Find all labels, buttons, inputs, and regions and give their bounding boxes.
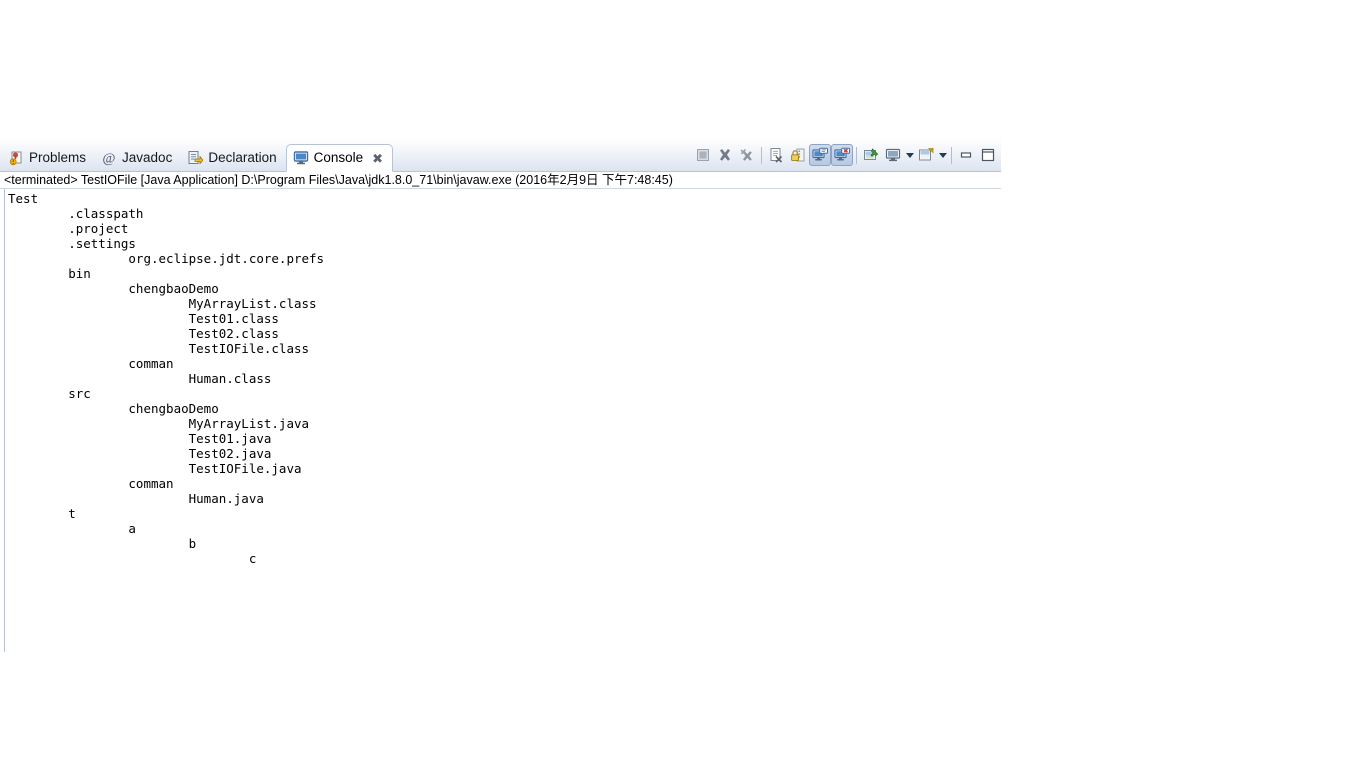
- show-console-on-error-button[interactable]: [831, 144, 853, 166]
- open-console-dropdown-arrow[interactable]: [937, 144, 948, 166]
- console-view: Problems @ Javadoc Declaration Console ✖…: [0, 138, 1001, 654]
- scroll-lock-icon: [791, 148, 805, 162]
- display-console-icon: [885, 148, 901, 162]
- launch-status-line: <terminated> TestIOFile [Java Applicatio…: [0, 172, 1001, 189]
- view-tab-strip: Problems @ Javadoc Declaration Console ✖: [0, 138, 1001, 172]
- console-icon: [293, 151, 308, 165]
- problems-icon: [9, 151, 22, 166]
- toolbar-separator-1: [761, 146, 762, 164]
- remove-launch-button[interactable]: [714, 144, 736, 166]
- close-icon[interactable]: ✖: [372, 152, 383, 165]
- pin-console-icon: [864, 148, 879, 160]
- minimize-button[interactable]: [955, 144, 977, 166]
- console-body[interactable]: Test .classpath .project .settings org.e…: [0, 189, 1001, 652]
- tab-declaration[interactable]: Declaration: [181, 145, 285, 171]
- remove-all-terminated-button[interactable]: [736, 144, 758, 166]
- clear-console-icon: [770, 148, 783, 163]
- open-console-icon: [919, 147, 934, 161]
- tab-javadoc-label: Javadoc: [122, 150, 173, 166]
- tab-problems[interactable]: Problems: [2, 145, 95, 171]
- terminate-button[interactable]: [692, 144, 714, 166]
- display-selected-console-button[interactable]: [882, 144, 904, 166]
- console-toolbar: [692, 138, 1001, 172]
- display-console-dropdown-arrow[interactable]: [904, 144, 915, 166]
- toolbar-separator-3: [951, 146, 952, 164]
- stop-square-icon: [697, 149, 709, 161]
- declaration-icon: [188, 151, 204, 165]
- pin-console-button[interactable]: [860, 144, 882, 166]
- console-output-text[interactable]: Test .classpath .project .settings org.e…: [5, 189, 1001, 652]
- tab-javadoc[interactable]: @ Javadoc: [95, 145, 181, 171]
- javadoc-icon: @: [103, 152, 116, 167]
- show-console-on-output-button[interactable]: [809, 144, 831, 166]
- scroll-lock-button[interactable]: [787, 144, 809, 166]
- remove-x-icon: [720, 149, 730, 161]
- open-console-button[interactable]: [915, 144, 937, 166]
- tab-console[interactable]: Console ✖: [285, 144, 394, 172]
- remove-all-x-icon: [740, 148, 752, 161]
- svg-text:@: @: [103, 152, 116, 167]
- toolbar-separator-2: [856, 146, 857, 164]
- screen-root: Problems @ Javadoc Declaration Console ✖…: [0, 0, 1366, 768]
- maximize-icon: [981, 148, 995, 162]
- tab-problems-label: Problems: [29, 150, 87, 166]
- minimize-icon: [960, 152, 972, 158]
- console-error-icon: [834, 147, 850, 161]
- tab-declaration-label: Declaration: [208, 150, 277, 166]
- maximize-button[interactable]: [977, 144, 999, 166]
- clear-console-button[interactable]: [765, 144, 787, 166]
- console-output-icon: [812, 147, 828, 161]
- tab-console-label: Console: [313, 150, 364, 166]
